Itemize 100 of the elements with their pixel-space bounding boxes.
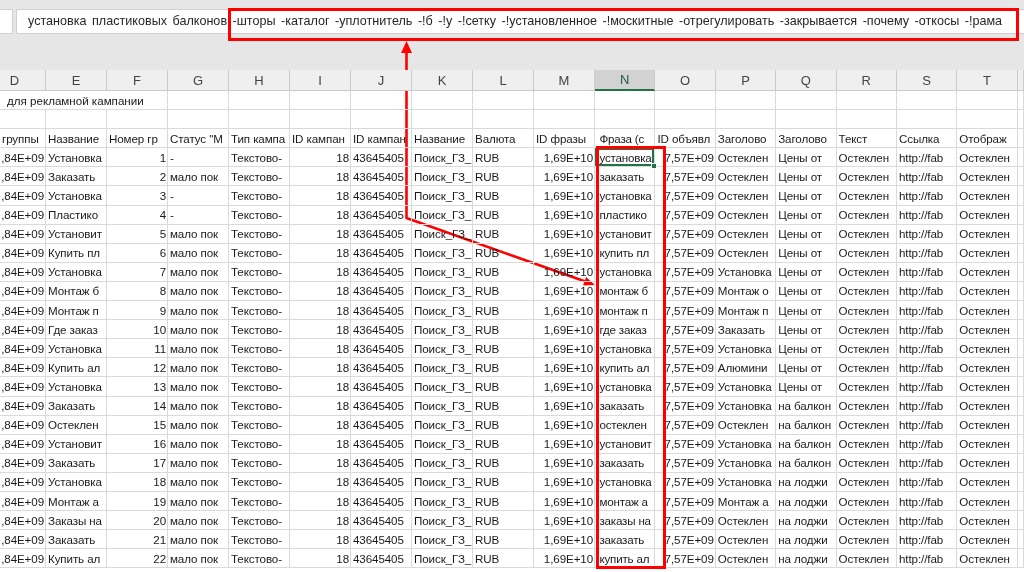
table-cell: Заказать [46,167,107,187]
table-cell: Установка [715,262,777,282]
table-cell: ,84E+09 [0,377,46,397]
table-cell: http://fab [896,224,958,244]
empty-cell [655,91,716,111]
table-cell: 7,57E+09 [655,167,716,187]
table-cell: Остеклен [836,262,897,282]
table-cell: http://fab [896,243,958,263]
table-cell: Поиск_ГЗ_ [412,339,473,359]
table-cell: заказать [595,453,656,473]
table-cell: Пластико [46,205,107,225]
table-cell: 8 [107,281,168,302]
column-header[interactable]: M [534,70,595,91]
fill-handle-icon[interactable] [651,163,658,170]
table-cell: Остеклен [957,358,1018,378]
table-cell: 43645405 [351,205,412,225]
column-header[interactable]: D [0,70,46,91]
table-cell: 7,57E+09 [655,377,716,397]
table-cell: установка [595,472,656,492]
table-cell: 7,57E+09 [655,453,716,473]
table-cell: Установит [46,224,107,244]
table-cell: Заказы на [46,511,107,531]
column-heading: Отображ [957,129,1018,149]
table-cell: Остеклен [836,491,897,512]
column-heading: Заголово [715,129,777,149]
column-header[interactable]: K [412,70,473,91]
table-cell: ,84E+09 [0,320,46,340]
column-header[interactable]: P [715,70,777,91]
table-cell: Заказать [46,396,107,416]
table-cell: 18 [290,301,351,321]
empty-cell [836,91,897,111]
table-cell: http://fab [896,358,958,378]
column-header[interactable] [1017,70,1024,91]
table-cell: ,84E+09 [0,415,46,435]
table-cell: 7,57E+09 [655,148,716,168]
column-header[interactable]: F [107,70,168,91]
table-cell: на балкон [776,396,837,416]
empty-cell [412,91,473,111]
column-header[interactable]: E [46,70,107,91]
table-cell: установит [595,224,656,244]
table-cell: Остеклен [715,224,777,244]
table-cell: Цены от [776,243,837,263]
column-header[interactable]: O [655,70,716,91]
table-cell: Установит [46,434,107,454]
table-cell: Поиск_ГЗ_ [412,530,473,550]
table-cell: ,84E+09 [0,434,46,454]
column-header[interactable]: Q [776,70,837,91]
table-cell: Текстово- [229,396,290,416]
column-header[interactable]: G [168,70,229,91]
empty-cell [229,110,290,130]
table-cell: 7,57E+09 [655,243,716,263]
table-cell: 1,69E+10 [534,434,595,454]
table-cell: ,84E+09 [0,224,46,244]
table-cell: Установка [46,472,107,492]
table-cell: Текстово- [229,148,290,168]
column-header[interactable]: T [957,70,1018,91]
table-cell: Установка [46,339,107,359]
sheet-title: для рекламной кампании [0,91,168,111]
table-cell: Остеклен [836,511,897,531]
empty-cell [473,110,534,130]
table-cell: заказы на [595,511,656,531]
table-cell: 1,69E+10 [534,320,595,340]
column-header[interactable]: J [351,70,412,91]
empty-cell [776,91,837,111]
table-cell: Цены от [776,262,837,282]
table-cell: 18 [290,396,351,416]
table-cell: 43645405 [351,377,412,397]
table-cell: 18 [107,472,168,492]
empty-cell [595,110,656,130]
column-header[interactable]: H [229,70,290,91]
table-cell: 43645405 [351,530,412,550]
table-cell: Поиск_ГЗ_ [412,167,473,187]
column-header[interactable]: N [595,70,656,91]
table-cell: Текстово- [229,434,290,454]
table-cell: 7,57E+09 [655,415,716,435]
table-cell: Остеклен [836,224,897,244]
formula-field[interactable]: установка пластиковых балконов -шторы -каталог -уплотнитель -!б -!у -!сетку -!установленное -!москитные -отрегулировать -закрывается -почему -откосы -!рама [16,9,1024,34]
table-cell: RUB [473,301,534,321]
empty-cell [168,110,229,130]
table-cell: ,84E+09 [0,358,46,378]
table-cell: Остеклен [957,453,1018,473]
empty-cell [715,91,777,111]
table-cell: ,84E+09 [0,472,46,492]
table-cell: 18 [290,491,351,512]
table-cell: 43645405 [351,167,412,187]
table-cell: 18 [290,320,351,340]
column-header[interactable]: L [473,70,534,91]
table-cell: Где заказ [46,320,107,340]
table-cell: Остеклен [957,377,1018,397]
table-cell: Остеклен [836,167,897,187]
name-box[interactable] [0,9,13,34]
column-header[interactable]: S [896,70,958,91]
table-cell: ,84E+09 [0,453,46,473]
table-cell: 10 [107,320,168,340]
table-cell: 7,57E+09 [655,358,716,378]
column-header[interactable]: I [290,70,351,91]
table-cell: http://fab [896,549,958,569]
table-cell: Цены от [776,377,837,397]
table-cell: 7,57E+09 [655,281,716,302]
column-header[interactable]: R [836,70,897,91]
